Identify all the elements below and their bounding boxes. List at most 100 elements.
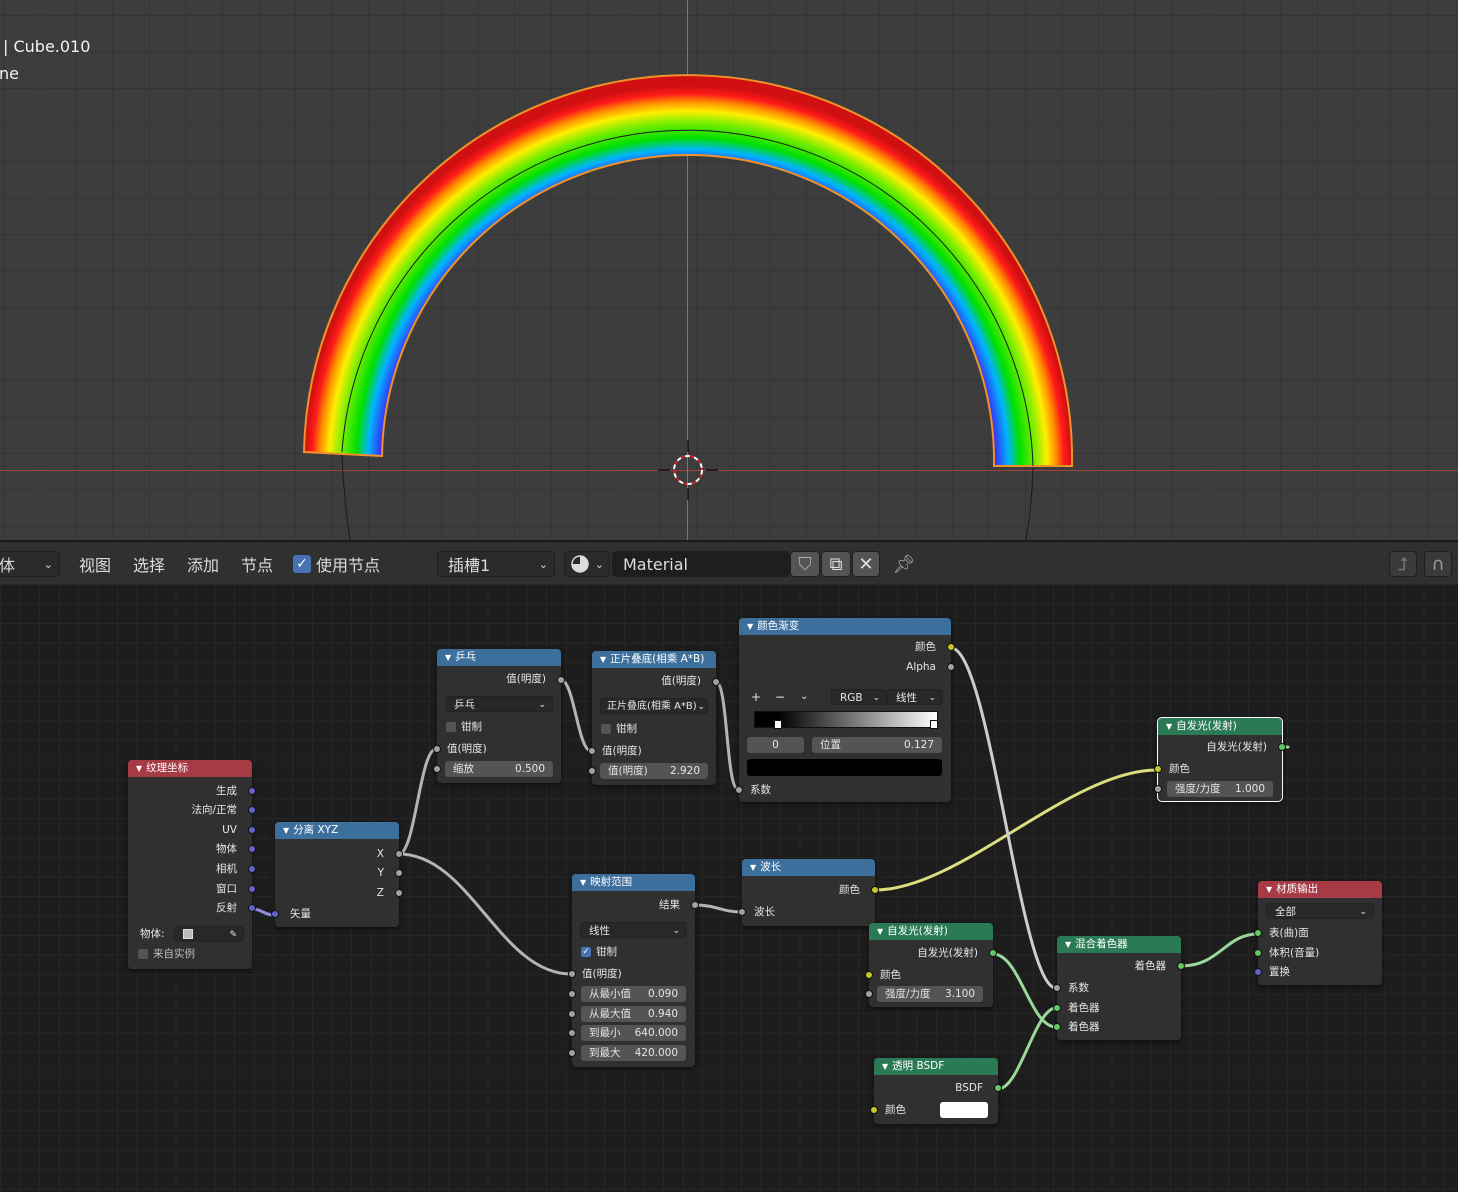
ramp-menu-chevron-icon[interactable]: ⌄: [800, 689, 808, 705]
strength-field[interactable]: 强度/力度 1.000: [1167, 781, 1273, 797]
stop-handle-white[interactable]: [930, 720, 938, 729]
socket-emission-out[interactable]: [1278, 743, 1286, 751]
socket-y[interactable]: [395, 869, 403, 877]
node-emission-2[interactable]: ▼ 自发光(发射) 自发光(发射) 颜色 强度/力度 3.100: [865, 923, 997, 1007]
use-nodes-toggle[interactable]: ✓ 使用节点: [293, 551, 380, 577]
node-color-ramp[interactable]: ▼ 颜色渐变 颜色 Alpha + − ⌄ RGB ⌄ 线性 ⌄ 0 位置 0.127 …: [735, 618, 955, 802]
clamp-checkbox[interactable]: 钳制: [601, 721, 637, 737]
operation-dropdown[interactable]: 正片叠底(相乘 A*B) ⌄: [600, 698, 708, 714]
add-stop-button[interactable]: +: [751, 689, 761, 705]
value-field[interactable]: 值(明度) 2.920: [600, 763, 708, 779]
node-wavelength[interactable]: ▼ 波长 颜色 波长: [738, 859, 879, 926]
socket-shader1-in[interactable]: [1053, 1004, 1061, 1012]
socket-fac-in[interactable]: [1053, 984, 1061, 992]
color-mode-dropdown[interactable]: RGB ⌄: [831, 689, 887, 705]
socket-surface-in[interactable]: [1254, 929, 1262, 937]
snap-button[interactable]: ∩: [1424, 551, 1452, 577]
position-field[interactable]: 位置 0.127: [812, 737, 942, 753]
socket-value-out[interactable]: [712, 678, 720, 686]
menu-view[interactable]: 视图: [79, 551, 111, 577]
socket-color-in[interactable]: [865, 971, 873, 979]
socket-strength-in[interactable]: [865, 990, 873, 998]
collapse-triangle-icon[interactable]: ▼: [580, 878, 586, 887]
node-header[interactable]: ▼ 颜色渐变: [739, 618, 951, 635]
socket-value-in[interactable]: [588, 747, 596, 755]
socket-shader2-in[interactable]: [1053, 1023, 1061, 1031]
node-material-output[interactable]: ▼ 材质输出 全部 ⌄ 表(曲)面 体积(音量) 置换: [1254, 881, 1382, 985]
socket-displacement-in[interactable]: [1254, 968, 1262, 976]
rainbow-arc[interactable]: [302, 74, 1074, 467]
collapse-triangle-icon[interactable]: ▼: [1065, 940, 1071, 949]
collapse-triangle-icon[interactable]: ▼: [750, 863, 756, 872]
node-map-range[interactable]: ▼ 映射范围 结果 线性 ⌄ ✓ 钳制 值(明度) 从最小值 0.090 从最大值 0.9…: [568, 874, 699, 1067]
interpolation-dropdown[interactable]: 线性 ⌄: [887, 689, 943, 705]
collapse-triangle-icon[interactable]: ▼: [747, 622, 753, 631]
node-separate-xyz[interactable]: ▼ 分离 XYZ X Y Z 矢量: [271, 822, 403, 927]
collapse-triangle-icon[interactable]: ▼: [600, 655, 606, 664]
socket-emission-out[interactable]: [989, 949, 997, 957]
node-editor-canvas[interactable]: ▼ 纹理坐标 生成 法向/正常 UV 物体 相机 窗口 反射 物体: ✎ 来自实例…: [0, 584, 1458, 1192]
checkbox-checked-icon[interactable]: ✓: [293, 555, 311, 573]
clamp-checkbox[interactable]: 钳制: [446, 719, 482, 735]
stop-color-swatch[interactable]: [747, 759, 942, 776]
socket-to-min-in[interactable]: [568, 1029, 576, 1037]
socket-window[interactable]: [248, 885, 256, 893]
from-max-field[interactable]: 从最大值 0.940: [581, 1006, 686, 1022]
unlink-material-button[interactable]: ✕: [852, 551, 880, 577]
stop-handle-black[interactable]: [774, 720, 782, 729]
node-texture-coordinate[interactable]: ▼ 纹理坐标 生成 法向/正常 UV 物体 相机 窗口 反射 物体: ✎ 来自实例: [128, 760, 256, 969]
node-pingpong[interactable]: ▼ 乒乓 值(明度) 乒乓 ⌄ 钳制 值(明度) 缩放 0.500: [433, 649, 565, 783]
pin-button[interactable]: 📌︎: [892, 551, 916, 577]
socket-alpha-out[interactable]: [947, 663, 955, 671]
socket-from-min-in[interactable]: [568, 990, 576, 998]
material-browse-button[interactable]: ⌄: [564, 551, 610, 577]
socket-result-out[interactable]: [691, 901, 699, 909]
collapse-triangle-icon[interactable]: ▼: [445, 653, 451, 662]
target-dropdown[interactable]: 全部 ⌄: [1266, 903, 1374, 919]
checkbox-icon[interactable]: [446, 722, 456, 732]
node-header[interactable]: ▼ 正片叠底(相乘 A*B): [592, 651, 716, 668]
from-min-field[interactable]: 从最小值 0.090: [581, 986, 686, 1002]
socket-value-in[interactable]: [433, 745, 441, 753]
socket-normal[interactable]: [248, 806, 256, 814]
node-header[interactable]: ▼ 波长: [742, 859, 875, 876]
socket-shader-out[interactable]: [1177, 962, 1185, 970]
duplicate-material-button[interactable]: ⧉: [821, 551, 851, 577]
remove-stop-button[interactable]: −: [775, 689, 785, 705]
socket-fac-in[interactable]: [735, 786, 743, 794]
checkbox-icon[interactable]: [601, 724, 611, 734]
node-header[interactable]: ▼ 材质输出: [1258, 881, 1382, 898]
socket-object[interactable]: [248, 845, 256, 853]
node-header[interactable]: ▼ 乒乓: [437, 649, 561, 666]
collapse-triangle-icon[interactable]: ▼: [283, 826, 289, 835]
node-header[interactable]: ▼ 纹理坐标: [128, 760, 252, 777]
collapse-triangle-icon[interactable]: ▼: [882, 1062, 888, 1071]
socket-value-in[interactable]: [568, 970, 576, 978]
collapse-triangle-icon[interactable]: ▼: [136, 764, 142, 773]
stop-index-field[interactable]: 0: [747, 737, 804, 753]
scale-field[interactable]: 缩放 0.500: [445, 761, 553, 777]
collapse-triangle-icon[interactable]: ▼: [877, 927, 883, 936]
socket-color-out[interactable]: [871, 886, 879, 894]
3d-cursor[interactable]: [658, 440, 718, 500]
from-instancer-checkbox[interactable]: 来自实例: [138, 946, 195, 962]
socket-wavelength-in[interactable]: [738, 908, 746, 916]
node-multiply[interactable]: ▼ 正片叠底(相乘 A*B) 值(明度) 正片叠底(相乘 A*B) ⌄ 钳制 值(明…: [588, 651, 720, 785]
node-header[interactable]: ▼ 透明 BSDF: [874, 1058, 998, 1075]
socket-strength-in[interactable]: [1154, 785, 1162, 793]
socket-bsdf-out[interactable]: [994, 1084, 1002, 1092]
3d-viewport[interactable]: | Cube.010 ne: [0, 0, 1458, 540]
node-header[interactable]: ▼ 分离 XYZ: [275, 822, 399, 839]
object-picker[interactable]: ✎: [174, 926, 244, 942]
collapse-triangle-icon[interactable]: ▼: [1166, 722, 1172, 731]
clamp-checkbox[interactable]: ✓ 钳制: [581, 944, 617, 960]
checkbox-checked-icon[interactable]: ✓: [581, 947, 591, 957]
socket-volume-in[interactable]: [1254, 949, 1262, 957]
socket-x[interactable]: [395, 850, 403, 858]
socket-z[interactable]: [395, 889, 403, 897]
operation-dropdown[interactable]: 乒乓 ⌄: [445, 696, 553, 712]
node-header[interactable]: ▼ 映射范围: [572, 874, 695, 891]
socket-vector[interactable]: [271, 910, 279, 918]
color-swatch[interactable]: [940, 1102, 988, 1118]
node-mix-shader[interactable]: ▼ 混合着色器 着色器 系数 着色器 着色器: [1053, 936, 1185, 1040]
